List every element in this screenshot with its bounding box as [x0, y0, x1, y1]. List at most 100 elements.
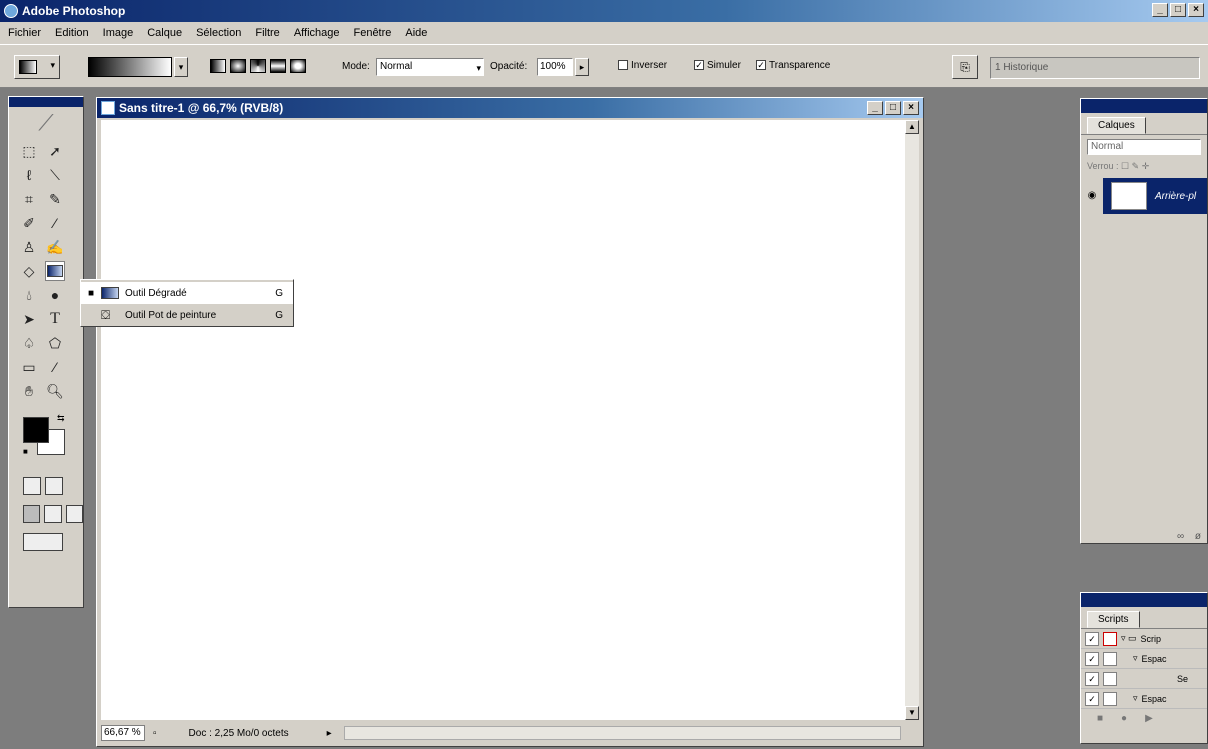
- vertical-scrollbar[interactable]: ▲ ▼: [905, 120, 919, 720]
- close-button[interactable]: ×: [1188, 3, 1204, 17]
- transparence-checkbox[interactable]: ✓ Transparence: [756, 60, 830, 71]
- status-menu-arrow-icon[interactable]: ▸: [327, 728, 332, 739]
- dialog-toggle-icon[interactable]: [1103, 691, 1117, 706]
- play-icon[interactable]: ▶: [1145, 713, 1153, 724]
- gradient-picker-dropdown[interactable]: ▾: [174, 57, 188, 77]
- stop-icon[interactable]: ■: [1097, 713, 1103, 724]
- foreground-color-swatch[interactable]: [23, 417, 49, 443]
- document-canvas[interactable]: [101, 120, 905, 720]
- doc-close-button[interactable]: ×: [903, 101, 919, 115]
- layer-row[interactable]: ◉ Arrière-pl: [1081, 178, 1207, 214]
- checkbox-checked-icon[interactable]: ✓: [1085, 651, 1099, 666]
- minimize-button[interactable]: _: [1152, 3, 1168, 17]
- gradient-preview[interactable]: [88, 57, 172, 77]
- dodge-tool-icon[interactable]: ●: [45, 285, 65, 305]
- shape-tool-icon[interactable]: ⬠: [45, 333, 65, 353]
- toolbox-titlebar[interactable]: [9, 97, 83, 107]
- layer-style-icon[interactable]: ø: [1195, 531, 1201, 542]
- tool-preset-picker[interactable]: ▾: [14, 55, 60, 79]
- jump-to-imageready-button[interactable]: [23, 533, 63, 551]
- menu-fenetre[interactable]: Fenêtre: [351, 27, 393, 39]
- move-tool-icon[interactable]: ➚: [45, 141, 65, 161]
- menu-fichier[interactable]: Fichier: [6, 27, 43, 39]
- eye-icon[interactable]: ◉: [1081, 178, 1103, 214]
- zoom-tool-icon[interactable]: 🔍︎: [45, 381, 65, 401]
- quick-mask-button[interactable]: [45, 477, 63, 495]
- menu-image[interactable]: Image: [101, 27, 136, 39]
- doc-maximize-button[interactable]: □: [885, 101, 901, 115]
- pen-tool-icon[interactable]: ♤: [19, 333, 39, 353]
- healing-brush-tool-icon[interactable]: ✐: [19, 213, 39, 233]
- inverser-checkbox[interactable]: Inverser: [618, 60, 667, 71]
- historique-tab[interactable]: 1 Historique: [995, 62, 1048, 73]
- opacity-slider-button[interactable]: ▸: [575, 58, 589, 76]
- standard-screen-button[interactable]: [23, 505, 41, 523]
- record-icon[interactable]: ●: [1121, 713, 1127, 724]
- brush-tool-icon[interactable]: ⁄: [45, 213, 65, 233]
- full-screen-button[interactable]: [65, 505, 83, 523]
- type-tool-icon[interactable]: T: [45, 309, 65, 329]
- checkbox-checked-icon[interactable]: ✓: [1085, 671, 1099, 686]
- zoom-level-input[interactable]: 66,67 %: [101, 725, 145, 741]
- link-layers-icon[interactable]: ∞: [1177, 531, 1184, 542]
- lock-pixels-icon[interactable]: ✎: [1132, 161, 1140, 171]
- checkbox-checked-icon[interactable]: ✓: [1085, 631, 1099, 646]
- script-row[interactable]: ✓ ▿ Espac: [1081, 689, 1207, 709]
- script-row[interactable]: ✓ ▿ Espac: [1081, 649, 1207, 669]
- dialog-toggle-icon[interactable]: [1103, 631, 1117, 646]
- palette-well[interactable]: 1 Historique: [990, 57, 1200, 79]
- menu-edition[interactable]: Edition: [53, 27, 91, 39]
- linear-gradient-button[interactable]: [210, 59, 226, 73]
- checkbox-checked-icon[interactable]: ✓: [1085, 691, 1099, 706]
- paint-bucket-tool-menu-item[interactable]: ⛋ Outil Pot de peinture G: [81, 304, 293, 326]
- menu-affichage[interactable]: Affichage: [292, 27, 342, 39]
- clone-stamp-tool-icon[interactable]: ♙: [19, 237, 39, 257]
- path-selection-tool-icon[interactable]: ➤: [19, 309, 39, 329]
- gradient-tool-menu-item[interactable]: ■ Outil Dégradé G: [81, 282, 293, 304]
- layers-panel-titlebar[interactable]: [1081, 99, 1207, 113]
- simuler-checkbox[interactable]: ✓ Simuler: [694, 60, 741, 71]
- mode-select[interactable]: Normal ▾: [376, 58, 484, 76]
- blur-tool-icon[interactable]: 💧︎: [19, 285, 39, 305]
- menu-selection[interactable]: Sélection: [194, 27, 243, 39]
- angle-gradient-button[interactable]: [250, 59, 266, 73]
- maximize-button[interactable]: □: [1170, 3, 1186, 17]
- default-colors-icon[interactable]: ■: [23, 447, 28, 456]
- radial-gradient-button[interactable]: [230, 59, 246, 73]
- doc-minimize-button[interactable]: _: [867, 101, 883, 115]
- reflected-gradient-button[interactable]: [270, 59, 286, 73]
- menu-calque[interactable]: Calque: [145, 27, 184, 39]
- crop-tool-icon[interactable]: ⌗: [19, 189, 39, 209]
- dialog-toggle-icon[interactable]: [1103, 651, 1117, 666]
- lock-transparent-icon[interactable]: ☐: [1121, 161, 1129, 171]
- layers-tab[interactable]: Calques: [1087, 117, 1146, 134]
- menu-filtre[interactable]: Filtre: [253, 27, 281, 39]
- feather-logo-icon[interactable]: ⟋: [9, 107, 83, 139]
- magic-wand-tool-icon[interactable]: ⟍: [45, 165, 65, 185]
- script-row[interactable]: ✓ Se: [1081, 669, 1207, 689]
- gradient-tool-button[interactable]: [45, 261, 65, 281]
- scripts-panel-titlebar[interactable]: [1081, 593, 1207, 607]
- eraser-tool-icon[interactable]: ◇: [19, 261, 39, 281]
- blend-mode-select[interactable]: Normal: [1087, 139, 1201, 155]
- diamond-gradient-button[interactable]: [290, 59, 306, 73]
- notes-tool-icon[interactable]: ▭: [19, 357, 39, 377]
- hand-tool-icon[interactable]: ✋︎: [19, 381, 39, 401]
- lasso-tool-icon[interactable]: ℓ: [19, 165, 39, 185]
- marquee-tool-icon[interactable]: ⬚: [19, 141, 39, 161]
- scripts-tab[interactable]: Scripts: [1087, 611, 1140, 628]
- eyedropper-tool-icon[interactable]: ⁄: [45, 357, 65, 377]
- lock-position-icon[interactable]: ✛: [1142, 161, 1150, 171]
- standard-mode-button[interactable]: [23, 477, 41, 495]
- scroll-up-arrow-icon[interactable]: ▲: [905, 120, 919, 134]
- menu-aide[interactable]: Aide: [403, 27, 429, 39]
- history-brush-tool-icon[interactable]: ✍: [45, 237, 65, 257]
- dialog-toggle-icon[interactable]: [1103, 671, 1117, 686]
- slice-tool-icon[interactable]: ✎: [45, 189, 65, 209]
- scroll-down-arrow-icon[interactable]: ▼: [905, 706, 919, 720]
- opacity-input[interactable]: 100%: [537, 58, 573, 76]
- full-screen-menu-button[interactable]: [44, 505, 62, 523]
- script-row[interactable]: ✓ ▿ ▭ Scrip: [1081, 629, 1207, 649]
- horizontal-scrollbar[interactable]: [343, 726, 901, 740]
- document-titlebar[interactable]: Sans titre-1 @ 66,7% (RVB/8) _ □ ×: [97, 98, 923, 118]
